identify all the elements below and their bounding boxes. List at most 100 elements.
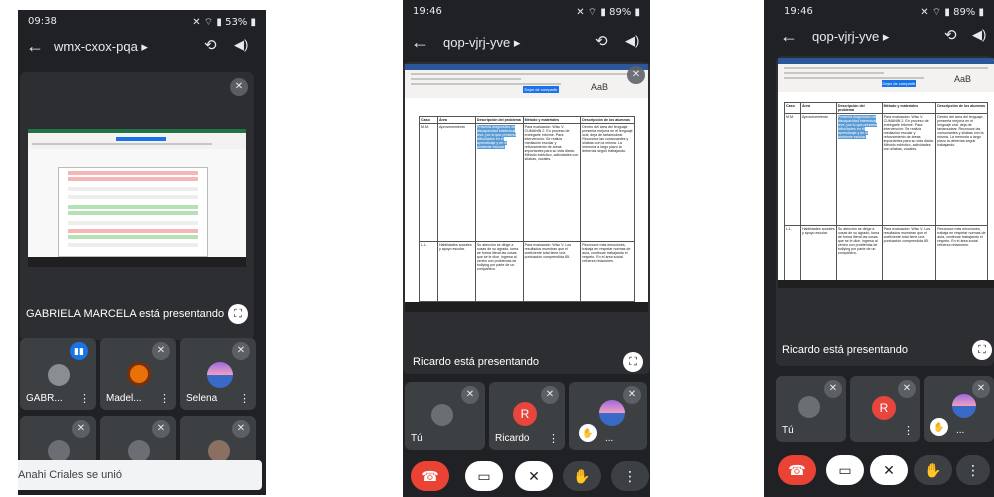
table-cell: Para evaluación: Wisc V. Los resultados … [881, 225, 937, 282]
participant-name: Tú [782, 425, 794, 436]
avatar [798, 396, 820, 418]
status-battery: ✕ ⌔ ▮ 89% ▮ [920, 7, 984, 18]
meeting-header: ← wmx-cxox-pqa ▸ ⟲ ◀) [18, 32, 266, 62]
fullscreen-icon[interactable]: ⛶ [623, 352, 643, 372]
status-bar: 19:46 ✕ ⌔ ▮ 89% ▮ [764, 0, 994, 22]
table-cell: Dentro del área del lenguaje, presenta m… [580, 123, 635, 242]
participant-tile[interactable]: ✕ ✋ ... [924, 376, 994, 442]
more-icon[interactable]: ⋮ [239, 392, 250, 405]
mic-toggle-button[interactable]: ✕ [515, 461, 553, 491]
fullscreen-icon[interactable]: ⛶ [972, 340, 992, 360]
participant-tile[interactable]: ✕ R ⋮ [850, 376, 920, 442]
hangup-button[interactable]: ☎ [778, 455, 816, 485]
table-cell: Habilidades sociales y apoyo escolar. [436, 241, 476, 302]
document-table: Caso Área Descripción del problema Métod… [784, 102, 988, 282]
avatar: R [513, 402, 537, 426]
meeting-code[interactable]: qop-vjrj-yve ▸ [812, 29, 889, 45]
table-cell: Presenta diagnóstico de discapacidad int… [474, 123, 524, 242]
avatar [48, 364, 70, 386]
mic-off-icon: ✕ [461, 386, 479, 404]
stop-sharing-button[interactable]: Dejar de compartir [882, 80, 916, 87]
mic-toggle-button[interactable]: ✕ [870, 455, 908, 485]
avatar [208, 440, 230, 462]
table-cell: Aprovecemiento [436, 123, 476, 242]
avatar [128, 440, 150, 462]
meeting-code[interactable]: qop-vjrj-yve ▸ [443, 35, 520, 51]
styles-gallery: AaB [591, 82, 609, 92]
participant-name: Selena [186, 393, 218, 404]
more-options-button[interactable]: ⋮ [611, 461, 649, 491]
caret-icon: ▸ [141, 39, 148, 54]
shared-document: Dejar de compartir AaB ✕ Caso Área Descr… [405, 64, 648, 312]
hangup-button[interactable]: ☎ [411, 461, 449, 491]
back-arrow-icon[interactable]: ← [26, 36, 44, 57]
shared-document: Dejar de compartir AaB Caso Área Descrip… [778, 58, 994, 288]
switch-camera-icon[interactable]: ⟲ [944, 26, 957, 44]
avatar [127, 362, 151, 386]
camera-toggle-button[interactable]: ▭ [465, 461, 503, 491]
more-icon[interactable]: ⋮ [79, 392, 90, 405]
fullscreen-icon[interactable]: ⛶ [228, 304, 248, 324]
participant-tile[interactable]: ▮▮ GABR... ⋮ [20, 338, 96, 410]
more-icon[interactable]: ⋮ [159, 392, 170, 405]
windows-taskbar [778, 280, 994, 288]
participant-name: Tú [411, 433, 423, 444]
participant-tile[interactable]: ✕ R Ricardo ⋮ [489, 382, 565, 450]
participant-tile[interactable]: ✕ ✋ ... [569, 382, 647, 450]
table-cell: Dentro del área del lenguaje, presenta m… [935, 113, 988, 226]
camera-toggle-button[interactable]: ▭ [826, 455, 864, 485]
speaker-icon[interactable]: ◀) [972, 27, 986, 43]
mic-off-icon: ✕ [232, 342, 250, 360]
mic-off-icon: ✕ [72, 420, 90, 438]
windows-taskbar [405, 302, 648, 312]
avatar [952, 394, 976, 418]
participant-tile[interactable]: ✕ Madel... ⋮ [100, 338, 176, 410]
meeting-header: ← qop-vjrj-yve ▸ ⟲ ◀) [764, 22, 994, 52]
switch-camera-icon[interactable]: ⟲ [204, 36, 217, 54]
more-icon[interactable]: ⋮ [548, 432, 559, 445]
more-icon[interactable]: ⋮ [903, 424, 914, 437]
hand-icon: ✋ [573, 468, 591, 484]
styles-gallery: AaB [954, 74, 972, 84]
table-header: Área [799, 102, 837, 114]
stop-sharing-button[interactable]: Dejar de compartir [523, 86, 559, 93]
phone-screen-2: 19:46 ✕ ⌔ ▮ 89% ▮ ← qop-vjrj-yve ▸ ⟲ ◀) … [403, 0, 650, 497]
avatar [48, 440, 70, 462]
participant-tile-self[interactable]: ✕ Tú [405, 382, 485, 450]
more-options-button[interactable]: ⋮ [956, 455, 990, 485]
table-cell: Reconoce más emociones, trabaja en respe… [580, 241, 635, 302]
mic-off-icon: ✕ [232, 420, 250, 438]
camera-off-icon: ▭ [477, 468, 491, 484]
speaker-icon[interactable]: ◀) [625, 33, 639, 49]
switch-camera-icon[interactable]: ⟲ [595, 32, 608, 50]
raise-hand-button[interactable]: ✋ [563, 461, 601, 491]
shared-screen [28, 129, 246, 267]
back-arrow-icon[interactable]: ← [411, 32, 429, 53]
table-cell: Aprovecemiento [799, 113, 837, 226]
table-cell: M.M. [784, 113, 801, 226]
avatar [207, 362, 233, 388]
speaker-icon[interactable]: ◀) [234, 37, 248, 53]
phone-screen-1: 09:38 ✕ ⌔ ▮ 53% ▮ ← wmx-cxox-pqa ▸ ⟲ ◀) … [18, 10, 266, 495]
table-cell: Su atención se dirige a cosas de su agra… [474, 241, 524, 302]
participant-tile[interactable]: ✕ Selena ⋮ [180, 338, 256, 410]
speaking-indicator-icon: ▮▮ [70, 342, 88, 360]
presentation-stage: Dejar de compartir AaB Caso Área Descrip… [776, 56, 994, 366]
status-battery: ✕ ⌔ ▮ 89% ▮ [576, 7, 640, 18]
mic-off-icon: ✕ [883, 462, 895, 478]
presenter-label: Ricardo está presentando [782, 344, 908, 356]
raise-hand-button[interactable]: ✋ [914, 455, 952, 485]
more-icon: ⋮ [966, 462, 980, 478]
presentation-stage: ✕ GABRIELA MARCELA está presentando ⛶ [20, 72, 254, 340]
table-cell: Para evaluación: Wisc V. CUMANIN 2. En p… [522, 123, 582, 242]
participant-tile-self[interactable]: ✕ Tú [776, 376, 846, 442]
mic-off-icon: ✕ [824, 380, 842, 398]
participant-name: ... [605, 433, 614, 444]
table-cell: Habilidades sociales y apoyo escolar. [799, 225, 837, 282]
table-header: Caso [784, 102, 801, 114]
participant-name: ... [956, 425, 965, 436]
mic-off-icon: ✕ [152, 420, 170, 438]
document-table: Caso Área Descripción del problema Métod… [419, 116, 635, 302]
meeting-code[interactable]: wmx-cxox-pqa ▸ [54, 39, 148, 55]
back-arrow-icon[interactable]: ← [780, 26, 798, 47]
